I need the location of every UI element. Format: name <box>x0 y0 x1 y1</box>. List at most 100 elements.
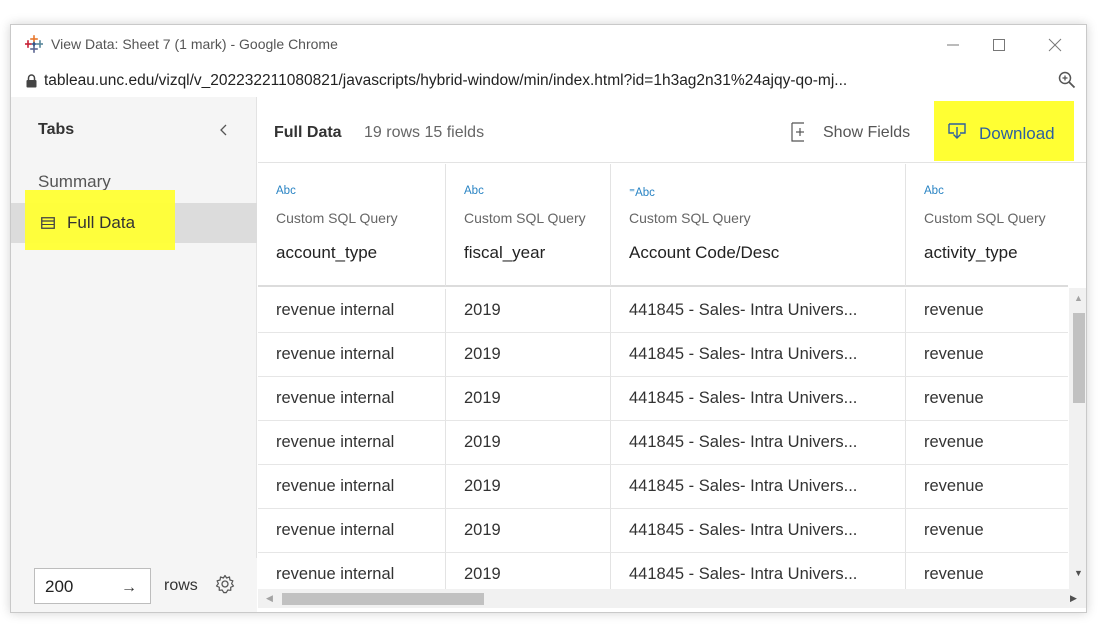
cell-value: revenue <box>924 301 984 319</box>
cell-value: 2019 <box>464 477 501 495</box>
table-cell[interactable]: 2019 <box>446 377 611 421</box>
vertical-scrollbar[interactable]: ▲ ▼ <box>1069 288 1086 594</box>
cell-value: 441845 - Sales- Intra Univers... <box>629 565 858 583</box>
title-bar[interactable]: View Data: Sheet 7 (1 mark) - Google Chr… <box>11 25 1086 65</box>
table-cell[interactable]: 441845 - Sales- Intra Univers... <box>611 421 906 465</box>
table-cell[interactable]: 2019 <box>446 333 611 377</box>
cell-value: revenue internal <box>276 301 395 319</box>
table-cell[interactable]: revenue <box>906 421 1068 465</box>
table-row[interactable]: revenue internal 2019 441845 - Sales- Intr… <box>258 377 1068 421</box>
table-cell[interactable]: 2019 <box>446 553 611 589</box>
table-cell[interactable]: 441845 - Sales- Intra Univers... <box>611 377 906 421</box>
column-source: Custom SQL Query <box>276 210 398 226</box>
calculated-string-type-icon: ⁼Abc <box>629 187 655 199</box>
table-row[interactable]: revenue internal 2019 441845 - Sales- Intr… <box>258 465 1068 509</box>
table-cell[interactable]: 2019 <box>446 289 611 333</box>
cell-value: 441845 - Sales- Intra Univers... <box>629 521 858 539</box>
table-cell[interactable]: revenue <box>906 553 1068 589</box>
cell-value: revenue <box>924 389 984 407</box>
table-cell[interactable]: 441845 - Sales- Intra Univers... <box>611 553 906 589</box>
url-text[interactable]: tableau.unc.edu/vizql/v_202232211080821/… <box>44 72 1044 90</box>
table-cell[interactable]: revenue <box>906 377 1068 421</box>
horizontal-scroll-thumb[interactable] <box>282 593 484 605</box>
cell-value: revenue internal <box>276 521 395 539</box>
scroll-up-icon[interactable]: ▲ <box>1074 293 1083 303</box>
scroll-right-icon[interactable]: ▶ <box>1070 593 1077 604</box>
cell-value: revenue <box>924 433 984 451</box>
maximize-button[interactable] <box>976 29 1022 61</box>
table-cell[interactable]: 441845 - Sales- Intra Univers... <box>611 289 906 333</box>
table-row[interactable]: revenue internal 2019 441845 - Sales- Intr… <box>258 421 1068 465</box>
column-header-account-code-desc[interactable]: ⁼Abc Custom SQL Query Account Code/Desc <box>611 164 906 287</box>
cell-value: 441845 - Sales- Intra Univers... <box>629 301 858 319</box>
sidebar-item-label: Full Data <box>67 213 136 232</box>
cell-value: revenue internal <box>276 433 395 451</box>
rows-value: 200 <box>45 577 74 596</box>
gear-icon[interactable] <box>215 574 235 594</box>
table-cell[interactable]: revenue internal <box>258 377 446 421</box>
table-cell[interactable]: 441845 - Sales- Intra Univers... <box>611 509 906 553</box>
cell-value: 441845 - Sales- Intra Univers... <box>629 477 858 495</box>
table-row[interactable]: revenue internal 2019 441845 - Sales- Intr… <box>258 553 1068 589</box>
tableau-logo-icon <box>25 35 43 53</box>
arrow-right-icon[interactable]: → <box>121 579 137 597</box>
scroll-left-icon[interactable]: ◀ <box>266 593 273 604</box>
table-cell[interactable]: 2019 <box>446 421 611 465</box>
table-cell[interactable]: revenue <box>906 333 1068 377</box>
table-cell[interactable]: revenue internal <box>258 421 446 465</box>
close-icon <box>1048 38 1062 52</box>
rows-control: 200 → rows <box>11 558 257 612</box>
scroll-down-icon[interactable]: ▼ <box>1074 568 1083 578</box>
chevron-left-icon[interactable] <box>218 123 230 137</box>
cell-value: 2019 <box>464 565 501 583</box>
vertical-scroll-thumb[interactable] <box>1073 313 1085 403</box>
table-cell[interactable]: revenue <box>906 289 1068 333</box>
cell-value: revenue <box>924 345 984 363</box>
table-row[interactable]: revenue internal 2019 441845 - Sales- Intr… <box>258 509 1068 553</box>
download-button[interactable]: Download <box>934 101 1074 161</box>
lock-icon <box>26 74 37 88</box>
rows-input[interactable]: 200 → <box>34 568 151 604</box>
cell-value: revenue internal <box>276 565 395 583</box>
table-cell[interactable]: 441845 - Sales- Intra Univers... <box>611 333 906 377</box>
column-name: Account Code/Desc <box>629 243 780 262</box>
table-cell[interactable]: revenue <box>906 465 1068 509</box>
sidebar-item-full-data[interactable]: Full Data <box>11 190 257 250</box>
column-source: Custom SQL Query <box>629 210 751 226</box>
table-row[interactable]: revenue internal 2019 441845 - Sales- Intr… <box>258 289 1068 333</box>
close-button[interactable] <box>1032 29 1078 61</box>
panel-meta: 19 rows 15 fields <box>364 124 485 141</box>
table-cell[interactable]: revenue internal <box>258 509 446 553</box>
table-cell[interactable]: 2019 <box>446 465 611 509</box>
column-header-account-type[interactable]: Abc Custom SQL Query account_type <box>258 164 446 287</box>
table-cell[interactable]: 441845 - Sales- Intra Univers... <box>611 465 906 509</box>
table-cell[interactable]: revenue internal <box>258 465 446 509</box>
table-cell[interactable]: 2019 <box>446 509 611 553</box>
horizontal-scrollbar[interactable]: ◀ ▶ <box>258 589 1086 608</box>
cell-value: revenue <box>924 521 984 539</box>
sidebar-item-summary[interactable]: Summary <box>38 172 111 192</box>
column-name: activity_type <box>924 243 1018 262</box>
table-cell[interactable]: revenue internal <box>258 553 446 589</box>
address-bar: tableau.unc.edu/vizql/v_202232211080821/… <box>11 65 1086 97</box>
column-header-fiscal-year[interactable]: Abc Custom SQL Query fiscal_year <box>446 164 611 287</box>
minimize-button[interactable] <box>930 29 976 61</box>
table-cell[interactable]: revenue internal <box>258 333 446 377</box>
cell-value: 441845 - Sales- Intra Univers... <box>629 389 858 407</box>
show-fields-label: Show Fields <box>823 124 911 141</box>
sidebar-header: Tabs <box>38 121 75 138</box>
table-cell[interactable]: revenue internal <box>258 289 446 333</box>
sidebar: Tabs Summary Full Data 200 → rows <box>11 97 257 612</box>
cell-value: 2019 <box>464 301 501 319</box>
column-header-activity-type[interactable]: Abc Custom SQL Query activity_type <box>906 164 1068 287</box>
cell-value: 2019 <box>464 521 501 539</box>
window-title: View Data: Sheet 7 (1 mark) - Google Chr… <box>51 36 338 52</box>
column-name: account_type <box>276 243 378 262</box>
add-field-icon <box>791 122 804 142</box>
table-row[interactable]: revenue internal 2019 441845 - Sales- Intr… <box>258 333 1068 377</box>
table-cell[interactable]: revenue <box>906 509 1068 553</box>
download-label: Download <box>979 124 1055 143</box>
cell-value: revenue <box>924 565 984 583</box>
toolbar: Full Data 19 rows 15 fields Show Fields … <box>258 97 1086 163</box>
zoom-icon[interactable] <box>1058 71 1076 89</box>
